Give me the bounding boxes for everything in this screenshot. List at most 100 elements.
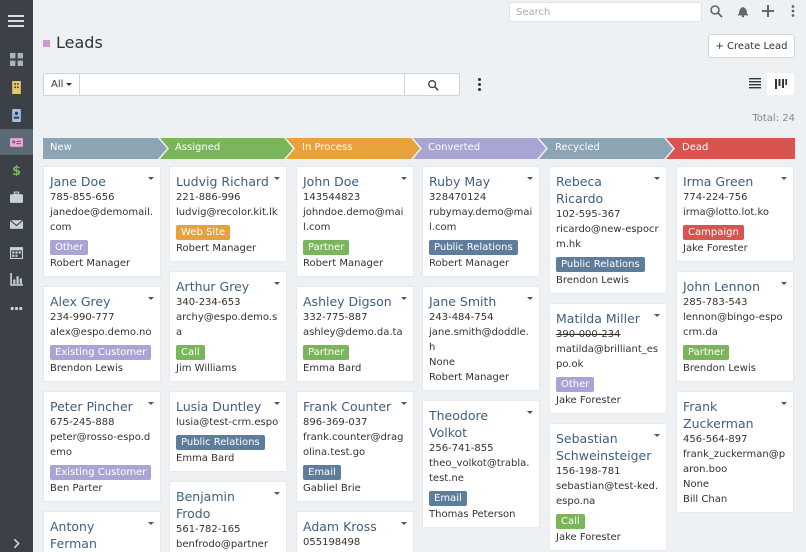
lead-card[interactable]: Peter Pincher 675-245-888 peter@rosso-espo… xyxy=(43,391,161,502)
lead-field: 456-564-897 xyxy=(683,434,748,445)
card-dropdown-icon[interactable] xyxy=(654,177,660,180)
lead-name-link[interactable]: Peter Pincher xyxy=(50,398,154,415)
lead-name-link[interactable]: Irma Green xyxy=(683,173,787,190)
lead-card[interactable]: Ruby May 328470124 rubymay.demo@mail.com Pu… xyxy=(422,166,540,277)
lead-card[interactable]: John Lennon 285-783-543 lennon@bingo-espoc… xyxy=(676,271,794,382)
card-dropdown-icon[interactable] xyxy=(527,411,533,414)
lead-card[interactable]: Benjamin Frodo 561-782-165 benfrodo@partne… xyxy=(169,481,287,552)
contact-icon[interactable] xyxy=(0,102,33,128)
lead-field: 256-741-855 xyxy=(429,443,494,454)
lead-name-link[interactable]: Benjamin Frodo xyxy=(176,488,280,522)
filter-dropdown[interactable]: All xyxy=(44,74,80,95)
lead-card[interactable]: Adam Kross 055198498 xyxy=(296,511,414,552)
lead-source-badge: Existing Customer xyxy=(50,465,152,480)
lead-name-link[interactable]: Lusia Duntley xyxy=(176,398,280,415)
lead-name-link[interactable]: Frank Counter xyxy=(303,398,407,415)
card-dropdown-icon[interactable] xyxy=(148,522,154,525)
card-dropdown-icon[interactable] xyxy=(527,177,533,180)
top-navbar: Search xyxy=(33,0,806,24)
card-dropdown-icon[interactable] xyxy=(654,314,660,317)
assigned-user: Brendon Lewis xyxy=(50,363,123,374)
lead-card[interactable]: Lusia Duntley lusia@test-crm.espo Public R… xyxy=(169,391,287,472)
card-dropdown-icon[interactable] xyxy=(274,177,280,180)
global-search-input[interactable]: Search xyxy=(509,2,702,22)
card-dropdown-icon[interactable] xyxy=(654,434,660,437)
lead-name-link[interactable]: Ruby May xyxy=(429,173,533,190)
create-lead-button[interactable]: + Create Lead xyxy=(708,34,795,58)
chevron-right-icon[interactable] xyxy=(0,530,33,552)
lead-card[interactable]: Alex Grey 234-990-777 alex@espo.demo.no Exi… xyxy=(43,286,161,382)
card-dropdown-icon[interactable] xyxy=(527,297,533,300)
lead-card[interactable]: Frank Counter 896-369-037 frank.counter@dr… xyxy=(296,391,414,502)
lead-card[interactable]: Ashley Digson 332-775-887 ashley@demo.da.t… xyxy=(296,286,414,382)
card-dropdown-icon[interactable] xyxy=(148,177,154,180)
lead-name-link[interactable]: Theodore Volkot xyxy=(429,407,533,441)
lead-name-link[interactable]: Sebastian Schweinsteiger xyxy=(556,430,660,464)
lead-name-link[interactable]: Alex Grey xyxy=(50,293,154,310)
lead-field: ludvig@recolor.kit.lk xyxy=(176,207,278,218)
lead-name-link[interactable]: Rebeca Ricardo xyxy=(556,173,660,207)
search-icon[interactable] xyxy=(709,4,723,18)
card-dropdown-icon[interactable] xyxy=(781,282,787,285)
lead-name-link[interactable]: Adam Kross xyxy=(303,518,407,535)
lead-name-link[interactable]: Ludvig Richard xyxy=(176,173,280,190)
lead-name-link[interactable]: Arthur Grey xyxy=(176,278,280,295)
card-dropdown-icon[interactable] xyxy=(401,297,407,300)
lead-card[interactable]: Irma Green 774-224-756 irma@lotto.lot.ko Ca… xyxy=(676,166,794,262)
page-header: Leads xyxy=(43,33,103,52)
lead-card[interactable]: Rebeca Ricardo 102-595-367 ricardo@new-esp… xyxy=(549,166,667,294)
calendar-icon[interactable] xyxy=(0,239,33,265)
card-dropdown-icon[interactable] xyxy=(148,297,154,300)
card-dropdown-icon[interactable] xyxy=(401,402,407,405)
lead-card[interactable]: Jane Doe 785-855-656 janedoe@demomail.com O… xyxy=(43,166,161,277)
lead-name-link[interactable]: John Lennon xyxy=(683,278,787,295)
lead-name-link[interactable]: Ashley Digson xyxy=(303,293,407,310)
lead-field: 143544823 xyxy=(303,192,361,203)
lead-card[interactable]: Jane Smith 243-484-754 jane.smith@doddle.h… xyxy=(422,286,540,391)
lead-source-badge: Web Site xyxy=(176,225,231,240)
menu-icon[interactable] xyxy=(8,12,24,30)
lead-card[interactable]: Antony Ferman xyxy=(43,511,161,552)
card-dropdown-icon[interactable] xyxy=(401,522,407,525)
kebab-menu-icon[interactable] xyxy=(786,4,800,18)
list-view-icon[interactable] xyxy=(749,77,761,89)
lead-name-link[interactable]: Frank Zuckerman xyxy=(683,398,787,432)
lead-card[interactable]: John Doe 143544823 johndoe.demo@mail.com Pa… xyxy=(296,166,414,277)
lead-name-link[interactable]: Antony Ferman xyxy=(50,518,154,552)
card-dropdown-icon[interactable] xyxy=(781,402,787,405)
lead-card[interactable]: Frank Zuckerman 456-564-897 frank_zuckerma… xyxy=(676,391,794,513)
lead-field: 561-782-165 xyxy=(176,524,241,535)
card-dropdown-icon[interactable] xyxy=(781,177,787,180)
card-dropdown-icon[interactable] xyxy=(148,402,154,405)
home-icon[interactable] xyxy=(0,46,33,72)
lead-name-link[interactable]: Jane Smith xyxy=(429,293,533,310)
report-icon[interactable] xyxy=(0,266,33,292)
case-icon[interactable] xyxy=(0,184,33,210)
lead-name-link[interactable]: Jane Doe xyxy=(50,173,154,190)
lead-field: lennon@bingo-espocrm.da xyxy=(683,312,783,338)
email-icon[interactable] xyxy=(0,211,33,237)
more-icon[interactable] xyxy=(0,295,33,321)
lead-card[interactable]: Theodore Volkot 256-741-855 theo_volkot@tr… xyxy=(422,400,540,528)
card-dropdown-icon[interactable] xyxy=(274,402,280,405)
plus-icon[interactable] xyxy=(761,4,775,18)
lead-card[interactable]: Arthur Grey 340-234-653 archy@espo.demo.sa… xyxy=(169,271,287,382)
lead-name-link[interactable]: Matilda Miller xyxy=(556,310,660,327)
card-dropdown-icon[interactable] xyxy=(401,177,407,180)
dollar-icon[interactable]: $ xyxy=(0,156,33,182)
search-icon xyxy=(427,79,439,91)
lead-icon[interactable] xyxy=(0,129,33,155)
assigned-user: Jake Forester xyxy=(556,532,621,543)
lead-card[interactable]: Sebastian Schweinsteiger 156-198-781 sebas… xyxy=(549,423,667,551)
lead-name-link[interactable]: John Doe xyxy=(303,173,407,190)
lead-card[interactable]: Matilda Miller 390-000-234 matilda@brillia… xyxy=(549,303,667,414)
account-icon[interactable] xyxy=(0,74,33,100)
kanban-view-button[interactable] xyxy=(767,73,794,95)
filter-options-icon[interactable] xyxy=(478,78,482,92)
bell-icon[interactable] xyxy=(736,4,750,18)
lead-field: 328470124 xyxy=(429,192,487,203)
lead-card[interactable]: Ludvig Richard 221-886-996 ludvig@recolor.… xyxy=(169,166,287,262)
card-dropdown-icon[interactable] xyxy=(274,282,280,285)
filter-search-button[interactable] xyxy=(404,74,460,95)
card-dropdown-icon[interactable] xyxy=(274,492,280,495)
